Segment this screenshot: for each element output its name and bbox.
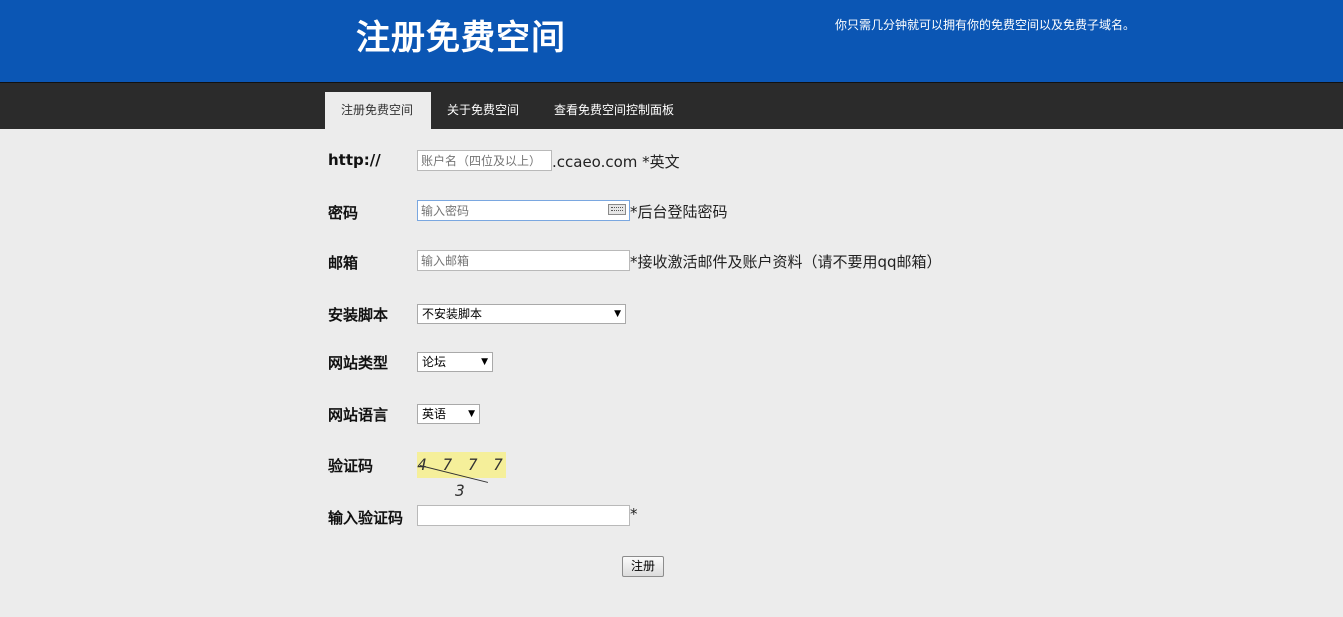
account-suffix: .ccaeo.com *英文	[552, 153, 680, 171]
chevron-down-icon: ▼	[481, 357, 488, 367]
nav-register[interactable]: 注册免费空间	[325, 92, 431, 129]
chevron-down-icon: ▼	[468, 409, 475, 419]
site-header: 注册免费空间 你只需几分钟就可以拥有你的免费空间以及免费子域名。	[0, 0, 1343, 82]
nav-control-panel[interactable]: 查看免费空间控制面板	[538, 92, 690, 129]
captcha-input[interactable]	[417, 505, 630, 526]
captcha-input-hint: *	[630, 505, 638, 523]
site-language-label: 网站语言	[328, 406, 389, 424]
password-hint: *后台登陆密码	[630, 203, 728, 221]
email-hint: *接收激活邮件及账户资料（请不要用qq邮箱）	[630, 253, 942, 271]
captcha-input-label: 输入验证码	[328, 509, 404, 527]
site-type-select[interactable]: 论坛 ▼	[417, 352, 493, 372]
captcha-text: 4 7 7 7 3	[417, 455, 506, 500]
password-input[interactable]	[417, 200, 630, 221]
nav-about[interactable]: 关于免费空间	[431, 92, 535, 129]
password-wrapper	[417, 200, 630, 221]
site-type-label: 网站类型	[328, 354, 389, 372]
chevron-down-icon: ▼	[614, 309, 621, 319]
site-type-select-value: 论坛	[422, 355, 447, 369]
account-input[interactable]	[417, 150, 552, 171]
script-select-value: 不安装脚本	[422, 307, 483, 321]
captcha-label: 验证码	[328, 457, 374, 475]
password-label: 密码	[328, 204, 359, 222]
script-label: 安装脚本	[328, 306, 389, 324]
register-button[interactable]: 注册	[622, 556, 664, 577]
captcha-image[interactable]: 4 7 7 7 3	[417, 452, 506, 500]
site-language-select[interactable]: 英语 ▼	[417, 404, 480, 424]
account-label: http://	[328, 151, 381, 169]
script-select[interactable]: 不安装脚本 ▼	[417, 304, 626, 324]
main-nav: 注册免费空间 关于免费空间 查看免费空间控制面板	[0, 82, 1343, 129]
email-input[interactable]	[417, 250, 630, 271]
keyboard-icon[interactable]	[608, 204, 626, 215]
site-tagline: 你只需几分钟就可以拥有你的免费空间以及免费子域名。	[835, 18, 1136, 32]
email-label: 邮箱	[328, 254, 359, 272]
site-title: 注册免费空间	[356, 18, 566, 58]
site-language-select-value: 英语	[422, 407, 447, 421]
